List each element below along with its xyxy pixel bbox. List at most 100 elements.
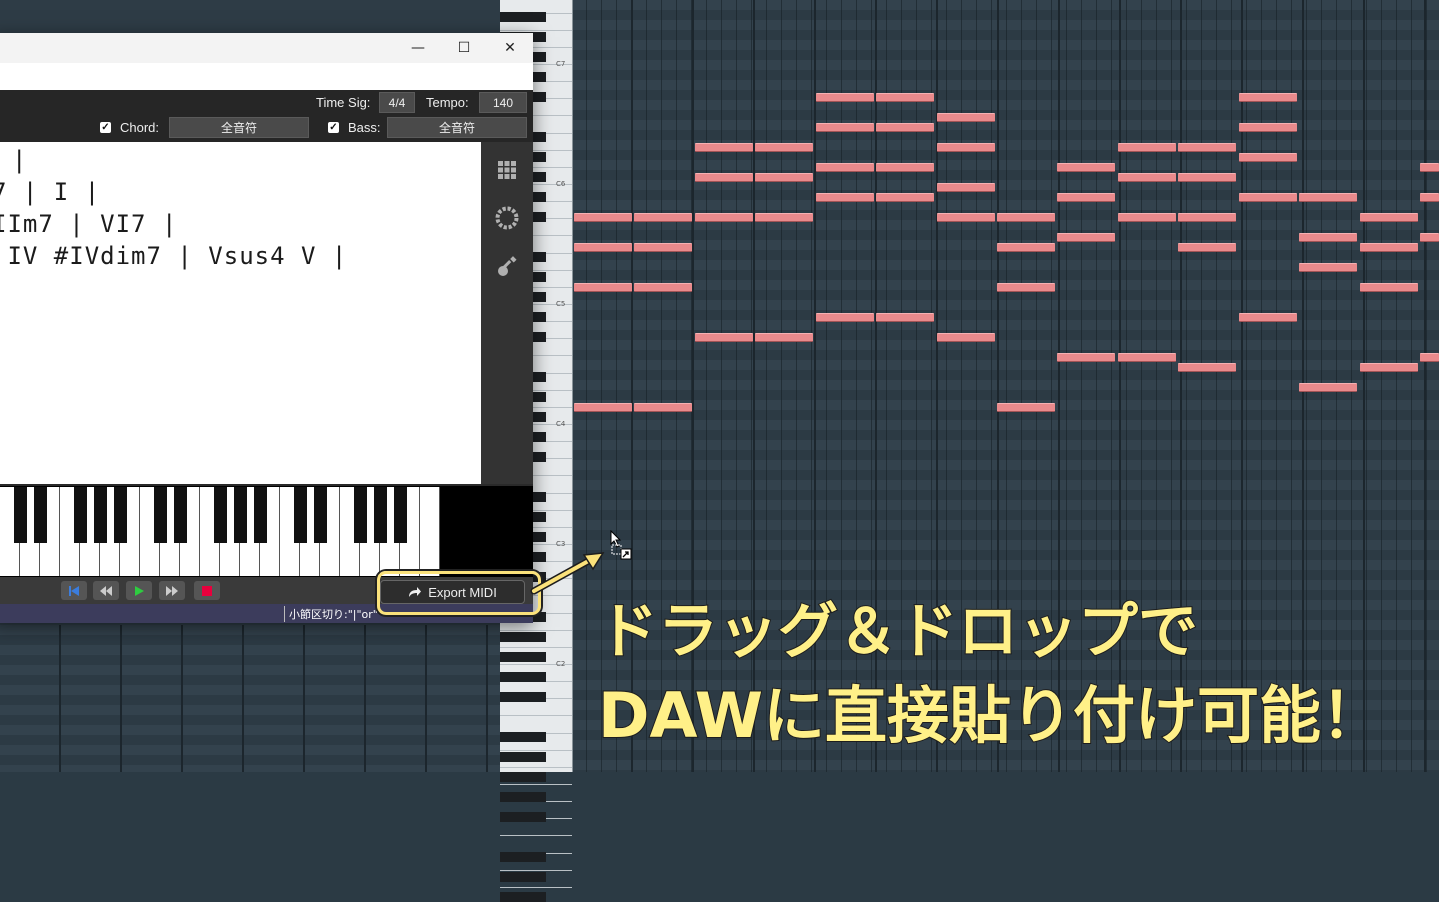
midi-note[interactable] [997, 283, 1055, 292]
midi-note[interactable] [1178, 143, 1236, 152]
midi-note[interactable] [997, 213, 1055, 222]
midi-note[interactable] [1360, 243, 1418, 252]
skip-to-start-button[interactable] [61, 581, 87, 600]
time-sig-field[interactable]: 4/4 [379, 92, 415, 113]
midi-note[interactable] [816, 313, 874, 322]
black-key[interactable] [294, 487, 307, 543]
midi-note[interactable] [1360, 363, 1418, 372]
tempo-field[interactable]: 140 [479, 92, 527, 113]
bass-checkbox[interactable]: ✓ [328, 122, 339, 133]
midi-note[interactable] [1239, 193, 1297, 202]
midi-note[interactable] [634, 213, 692, 222]
midi-note[interactable] [574, 403, 632, 412]
midi-note[interactable] [937, 113, 995, 122]
black-key[interactable] [234, 487, 247, 543]
midi-note[interactable] [937, 183, 995, 192]
midi-note[interactable] [816, 123, 874, 132]
black-key[interactable] [314, 487, 327, 543]
black-key[interactable] [394, 487, 407, 543]
guitar-icon[interactable] [495, 255, 519, 279]
midi-note[interactable] [1299, 233, 1357, 242]
midi-note[interactable] [574, 283, 632, 292]
chord-checkbox[interactable]: ✓ [100, 122, 111, 133]
midi-note[interactable] [876, 93, 934, 102]
midi-note[interactable] [816, 163, 874, 172]
midi-note[interactable] [755, 333, 813, 342]
white-key[interactable] [420, 487, 440, 576]
midi-note[interactable] [1118, 353, 1176, 362]
black-key[interactable] [94, 487, 107, 543]
midi-note[interactable] [1118, 143, 1176, 152]
midi-note[interactable] [1420, 163, 1439, 172]
rewind-button[interactable] [93, 581, 119, 600]
black-key[interactable] [154, 487, 167, 543]
midi-note[interactable] [755, 173, 813, 182]
midi-note[interactable] [695, 173, 753, 182]
midi-note[interactable] [755, 143, 813, 152]
bass-duration-select[interactable]: 全音符 [387, 117, 527, 138]
black-key[interactable] [374, 487, 387, 543]
midi-note[interactable] [695, 143, 753, 152]
midi-note[interactable] [1239, 313, 1297, 322]
midi-note[interactable] [1178, 173, 1236, 182]
midi-note[interactable] [1118, 213, 1176, 222]
midi-note[interactable] [1057, 163, 1115, 172]
midi-note[interactable] [1360, 213, 1418, 222]
maximize-button[interactable]: ☐ [441, 33, 487, 63]
midi-note[interactable] [634, 403, 692, 412]
black-key[interactable] [114, 487, 127, 543]
stop-button[interactable] [194, 581, 220, 600]
black-key[interactable] [354, 487, 367, 543]
black-key[interactable] [214, 487, 227, 543]
midi-note[interactable] [1178, 243, 1236, 252]
midi-note[interactable] [634, 283, 692, 292]
black-key[interactable] [34, 487, 47, 543]
midi-note[interactable] [1420, 353, 1439, 362]
midi-note[interactable] [574, 243, 632, 252]
circle-of-fifths-icon[interactable] [495, 206, 519, 230]
midi-note[interactable] [937, 143, 995, 152]
midi-note[interactable] [1299, 193, 1357, 202]
midi-note[interactable] [1118, 173, 1176, 182]
black-key[interactable] [254, 487, 267, 543]
midi-note[interactable] [876, 313, 934, 322]
midi-note[interactable] [1057, 233, 1115, 242]
midi-note[interactable] [1420, 233, 1439, 242]
black-key[interactable] [174, 487, 187, 543]
play-button[interactable] [126, 581, 152, 600]
midi-note[interactable] [695, 333, 753, 342]
midi-note[interactable] [755, 213, 813, 222]
midi-note[interactable] [1420, 193, 1439, 202]
chord-duration-select[interactable]: 全音符 [169, 117, 309, 138]
midi-note[interactable] [816, 93, 874, 102]
midi-note[interactable] [634, 243, 692, 252]
chord-progression-editor[interactable]: | 7 | I | IIm7 | VI7 | IV #IVdim7 | Vsus… [0, 142, 481, 484]
midi-note[interactable] [816, 193, 874, 202]
export-midi-button[interactable]: Export MIDI [380, 580, 525, 604]
fast-forward-button[interactable] [159, 581, 185, 600]
midi-note[interactable] [937, 213, 995, 222]
close-button[interactable]: ✕ [487, 33, 533, 63]
minimize-button[interactable]: — [395, 33, 441, 63]
midi-note[interactable] [1299, 383, 1357, 392]
midi-note[interactable] [876, 193, 934, 202]
midi-note[interactable] [1178, 363, 1236, 372]
midi-note[interactable] [574, 213, 632, 222]
piano-keyboard[interactable] [0, 486, 533, 577]
midi-note[interactable] [1299, 263, 1357, 272]
midi-note[interactable] [997, 403, 1055, 412]
midi-note[interactable] [1057, 353, 1115, 362]
midi-note[interactable] [1360, 283, 1418, 292]
midi-note[interactable] [1239, 123, 1297, 132]
midi-note[interactable] [876, 163, 934, 172]
midi-note[interactable] [1239, 93, 1297, 102]
midi-note[interactable] [876, 123, 934, 132]
black-key[interactable] [74, 487, 87, 543]
midi-note[interactable] [1239, 153, 1297, 162]
midi-note[interactable] [997, 243, 1055, 252]
midi-note[interactable] [695, 213, 753, 222]
grid-icon[interactable] [495, 158, 519, 182]
black-key[interactable] [14, 487, 27, 543]
midi-note[interactable] [937, 333, 995, 342]
midi-note[interactable] [1057, 193, 1115, 202]
